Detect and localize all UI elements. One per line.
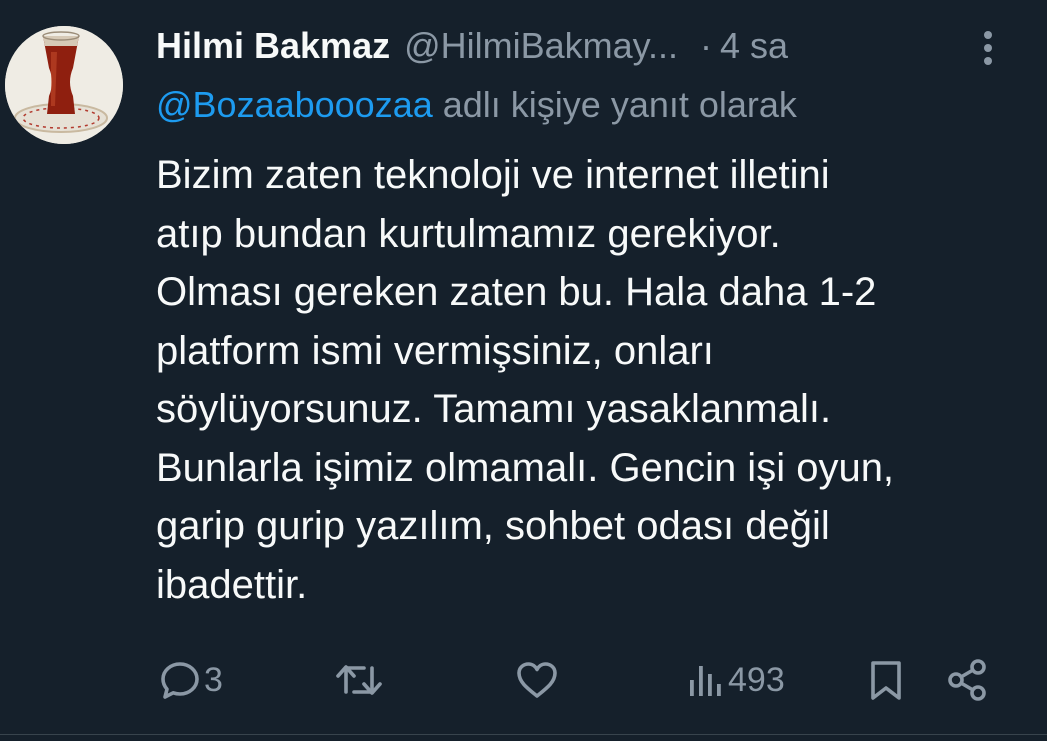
tweet-text-line: Olması gereken zaten bu. Hala daha 1-2 (156, 270, 877, 314)
tweet-text-line: Bizim zaten teknoloji ve internet illeti… (156, 153, 830, 197)
tweet[interactable]: Hilmi Bakmaz @HilmiBakmay... · 4 sa @Boz… (0, 0, 1047, 741)
timestamp[interactable]: 4 sa (720, 25, 788, 67)
divider (0, 734, 1047, 735)
tweet-text-line: atıp bundan kurtulmamız gerekiyor. (156, 211, 781, 256)
reply-icon (161, 662, 199, 699)
tweet-text: Bizim zaten teknoloji ve internet illeti… (156, 146, 1016, 614)
views-icon (690, 666, 721, 696)
retweet-button[interactable] (334, 650, 386, 710)
bookmark-icon (871, 661, 901, 700)
more-options-button[interactable] (970, 26, 1006, 70)
more-vertical-icon (984, 31, 992, 65)
like-button[interactable] (514, 650, 562, 710)
action-bar: 3 493 (0, 650, 1047, 710)
tweet-text-line: platform ismi vermişsiniz, onları (156, 328, 714, 373)
replying-to: @Bozaabooozaa adlı kişiye yanıt olarak (156, 84, 797, 126)
bookmark-button[interactable] (864, 650, 908, 710)
tweet-text-line: söylüyorsunuz. Tamamı yasaklanmalı. (156, 387, 832, 431)
separator-dot: · (700, 25, 712, 66)
retweet-icon (336, 665, 382, 695)
tweet-text-line: garip gurip yazılım, sohbet odası değil (156, 504, 830, 548)
share-button[interactable] (944, 650, 992, 710)
views-count: 493 (728, 660, 785, 699)
reply-button[interactable]: 3 (158, 650, 223, 710)
tea-glass-icon (5, 26, 123, 144)
tweet-text-line: Bunlarla işimiz olmamalı. Gencin işi oyu… (156, 445, 895, 490)
views-button[interactable]: 493 (686, 650, 785, 710)
share-icon (948, 659, 986, 701)
avatar[interactable] (5, 26, 123, 144)
tweet-text-line: ibadettir. (156, 562, 308, 607)
author-handle[interactable]: @HilmiBakmay... (404, 25, 678, 67)
tweet-header: Hilmi Bakmaz @HilmiBakmay... · 4 sa (156, 20, 788, 72)
reply-count: 3 (204, 660, 223, 699)
heart-icon (517, 662, 557, 698)
reply-to-handle-link[interactable]: @Bozaabooozaa (156, 84, 433, 125)
reply-to-suffix: adlı kişiye yanıt olarak (442, 84, 797, 125)
author-name[interactable]: Hilmi Bakmaz (156, 25, 390, 67)
